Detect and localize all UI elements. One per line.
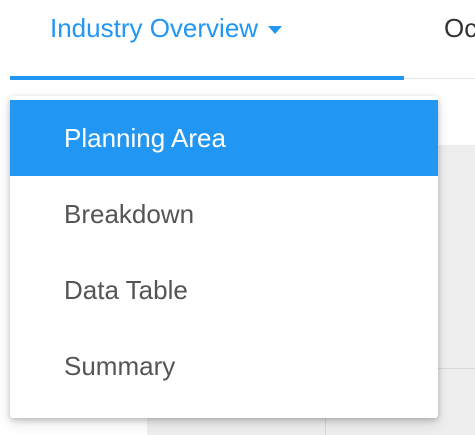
menu-item-label: Summary <box>64 350 176 381</box>
menu-item-label: Breakdown <box>64 198 195 229</box>
content-hline <box>438 368 475 369</box>
menu-item-planning-area[interactable]: Planning Area <box>10 100 438 176</box>
tab-industry-overview[interactable]: Industry Overview <box>50 8 283 48</box>
tab-dropdown-menu: Planning Area Breakdown Data Table Summa… <box>10 96 438 418</box>
tab-industry-overview-label: Industry Overview <box>50 12 259 43</box>
caret-down-icon <box>268 25 283 34</box>
menu-item-label: Data Table <box>64 274 188 305</box>
tab-active-underline <box>10 76 404 80</box>
menu-item-label: Planning Area <box>64 122 226 153</box>
tab-next-label: Oc <box>444 12 475 43</box>
menu-item-breakdown[interactable]: Breakdown <box>10 176 438 252</box>
screen: g Industry Overview Oc Planning Area Bre… <box>0 0 475 435</box>
tab-next[interactable]: Oc <box>444 8 475 48</box>
menu-item-summary[interactable]: Summary <box>10 328 438 404</box>
menu-item-data-table[interactable]: Data Table <box>10 252 438 328</box>
tab-bar-bottom-border <box>403 78 475 79</box>
tab-bar: Industry Overview Oc <box>0 0 475 80</box>
